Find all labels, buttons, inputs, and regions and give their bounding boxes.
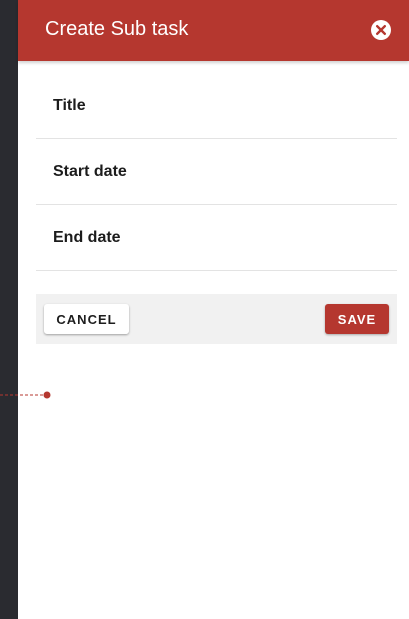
connector-line xyxy=(0,391,51,399)
save-button[interactable]: SAVE xyxy=(325,304,389,334)
create-subtask-screen: Create Sub task Title Start date End dat… xyxy=(0,0,409,619)
title-field[interactable]: Title xyxy=(36,73,397,139)
background-panel-edge xyxy=(0,0,18,619)
close-icon xyxy=(371,20,391,40)
start-date-label: Start date xyxy=(53,163,127,180)
end-date-field[interactable]: End date xyxy=(36,205,397,271)
close-button[interactable] xyxy=(370,19,392,41)
connector-dot xyxy=(43,391,51,399)
dialog-header: Create Sub task xyxy=(18,0,409,61)
title-label: Title xyxy=(53,97,86,114)
dialog-title: Create Sub task xyxy=(45,18,189,40)
end-date-label: End date xyxy=(53,229,121,246)
dialog-actions-bar: CANCEL SAVE xyxy=(36,294,397,344)
cancel-button[interactable]: CANCEL xyxy=(44,304,129,334)
start-date-field[interactable]: Start date xyxy=(36,139,397,205)
